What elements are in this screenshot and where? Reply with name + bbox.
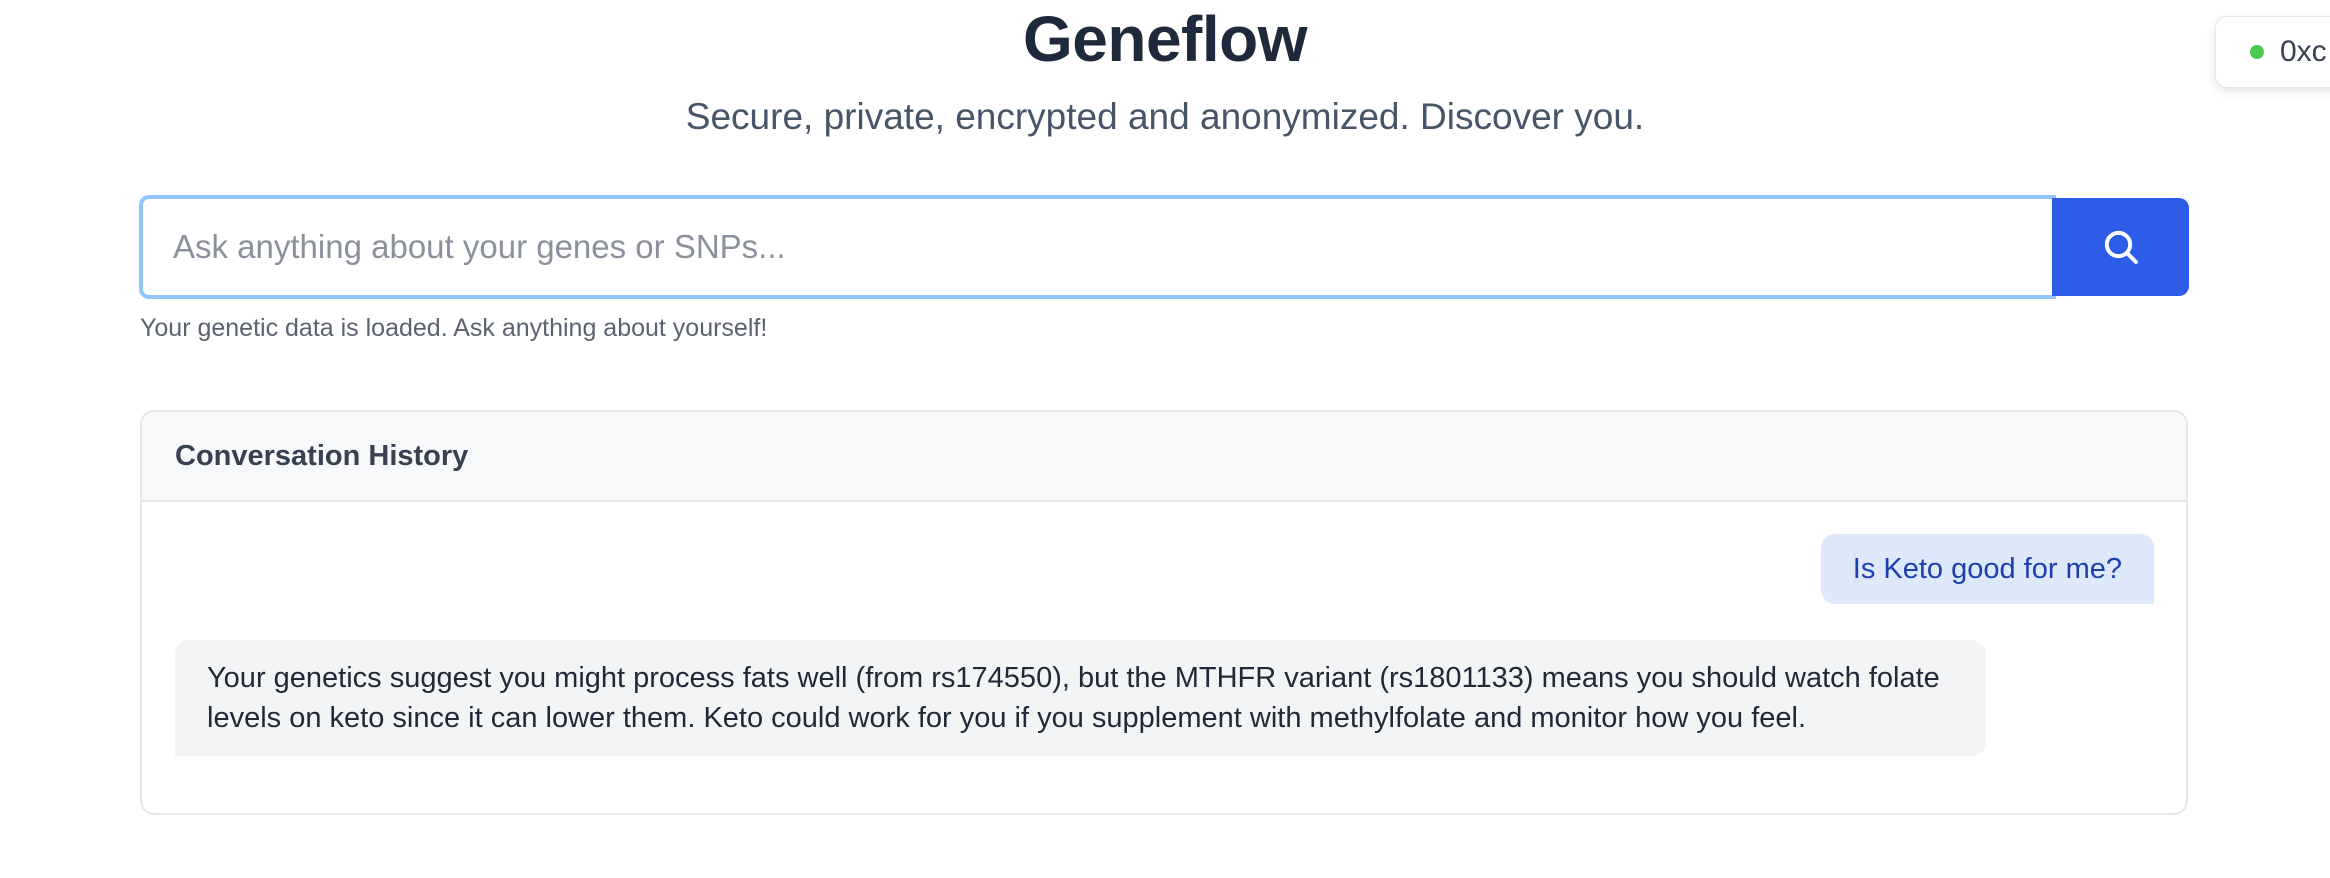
conversation-history-panel: Conversation History Is Keto good for me… xyxy=(140,410,2188,815)
connected-status-dot xyxy=(2250,45,2264,59)
app-title: Geneflow xyxy=(1022,3,1308,75)
app-subtitle: Secure, private, encrypted and anonymize… xyxy=(685,96,1645,137)
search-hint: Your genetic data is loaded. Ask anythin… xyxy=(140,314,768,342)
search-icon xyxy=(2104,230,2138,264)
search-bar xyxy=(139,195,2189,299)
search-button[interactable] xyxy=(2052,198,2189,296)
conversation-history-title: Conversation History xyxy=(175,439,469,472)
wallet-status-button[interactable]: 0xc xyxy=(2215,16,2330,88)
wallet-address: 0xc xyxy=(2280,35,2327,68)
search-input[interactable] xyxy=(139,195,2056,299)
page: Geneflow Secure, private, encrypted and … xyxy=(0,0,2330,878)
conversation-history-header: Conversation History xyxy=(142,412,2186,502)
assistant-message: Your genetics suggest you might process … xyxy=(175,640,1986,756)
conversation-messages: Is Keto good for me? Your genetics sugge… xyxy=(142,502,2186,813)
user-message: Is Keto good for me? xyxy=(1820,534,2154,604)
